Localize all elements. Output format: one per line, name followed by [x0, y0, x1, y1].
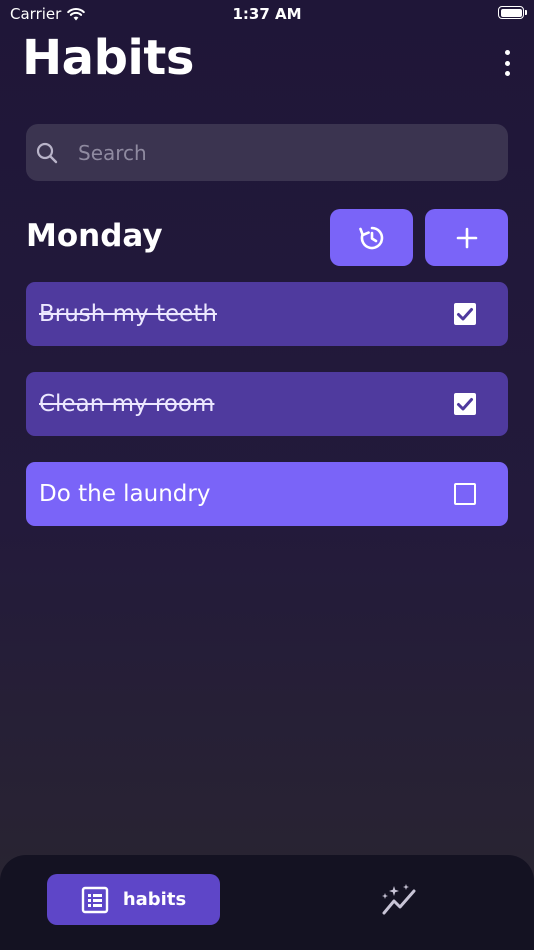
habit-label: Brush my teeth: [39, 301, 217, 327]
habit-checkbox[interactable]: [454, 303, 476, 325]
habit-item[interactable]: Brush my teeth: [26, 282, 508, 346]
checkmark-icon: [457, 308, 473, 321]
reset-habits-button[interactable]: [330, 209, 413, 266]
search-input[interactable]: [76, 139, 480, 166]
more-options-button[interactable]: [498, 50, 516, 76]
add-habit-button[interactable]: [425, 209, 508, 266]
habit-checkbox[interactable]: [454, 483, 476, 505]
sparkle-trend-icon[interactable]: [380, 883, 420, 917]
history-reset-icon: [358, 226, 383, 249]
search-icon: [36, 142, 58, 163]
tab-habits[interactable]: habits: [47, 874, 220, 925]
list-icon: [81, 886, 109, 913]
habit-label: Clean my room: [39, 391, 215, 417]
checkmark-icon: [457, 398, 473, 411]
plus-icon: [456, 227, 477, 248]
tab-habits-label: habits: [122, 889, 187, 910]
battery-icon: [498, 6, 527, 19]
page-title: Habits: [22, 30, 194, 86]
tab-bar: habits: [0, 855, 534, 950]
habit-list: Brush my teeth Clean my room Do the laun…: [26, 282, 508, 552]
habit-item[interactable]: Do the laundry: [26, 462, 508, 526]
habit-item[interactable]: Clean my room: [26, 372, 508, 436]
status-time: 1:37 AM: [232, 5, 302, 23]
status-bar: Carrier 1:37 AM: [0, 0, 534, 28]
more-vertical-icon: [504, 50, 510, 55]
habit-label: Do the laundry: [39, 481, 211, 507]
search-bar[interactable]: [26, 124, 508, 181]
habit-checkbox[interactable]: [454, 393, 476, 415]
day-title: Monday: [26, 218, 163, 254]
